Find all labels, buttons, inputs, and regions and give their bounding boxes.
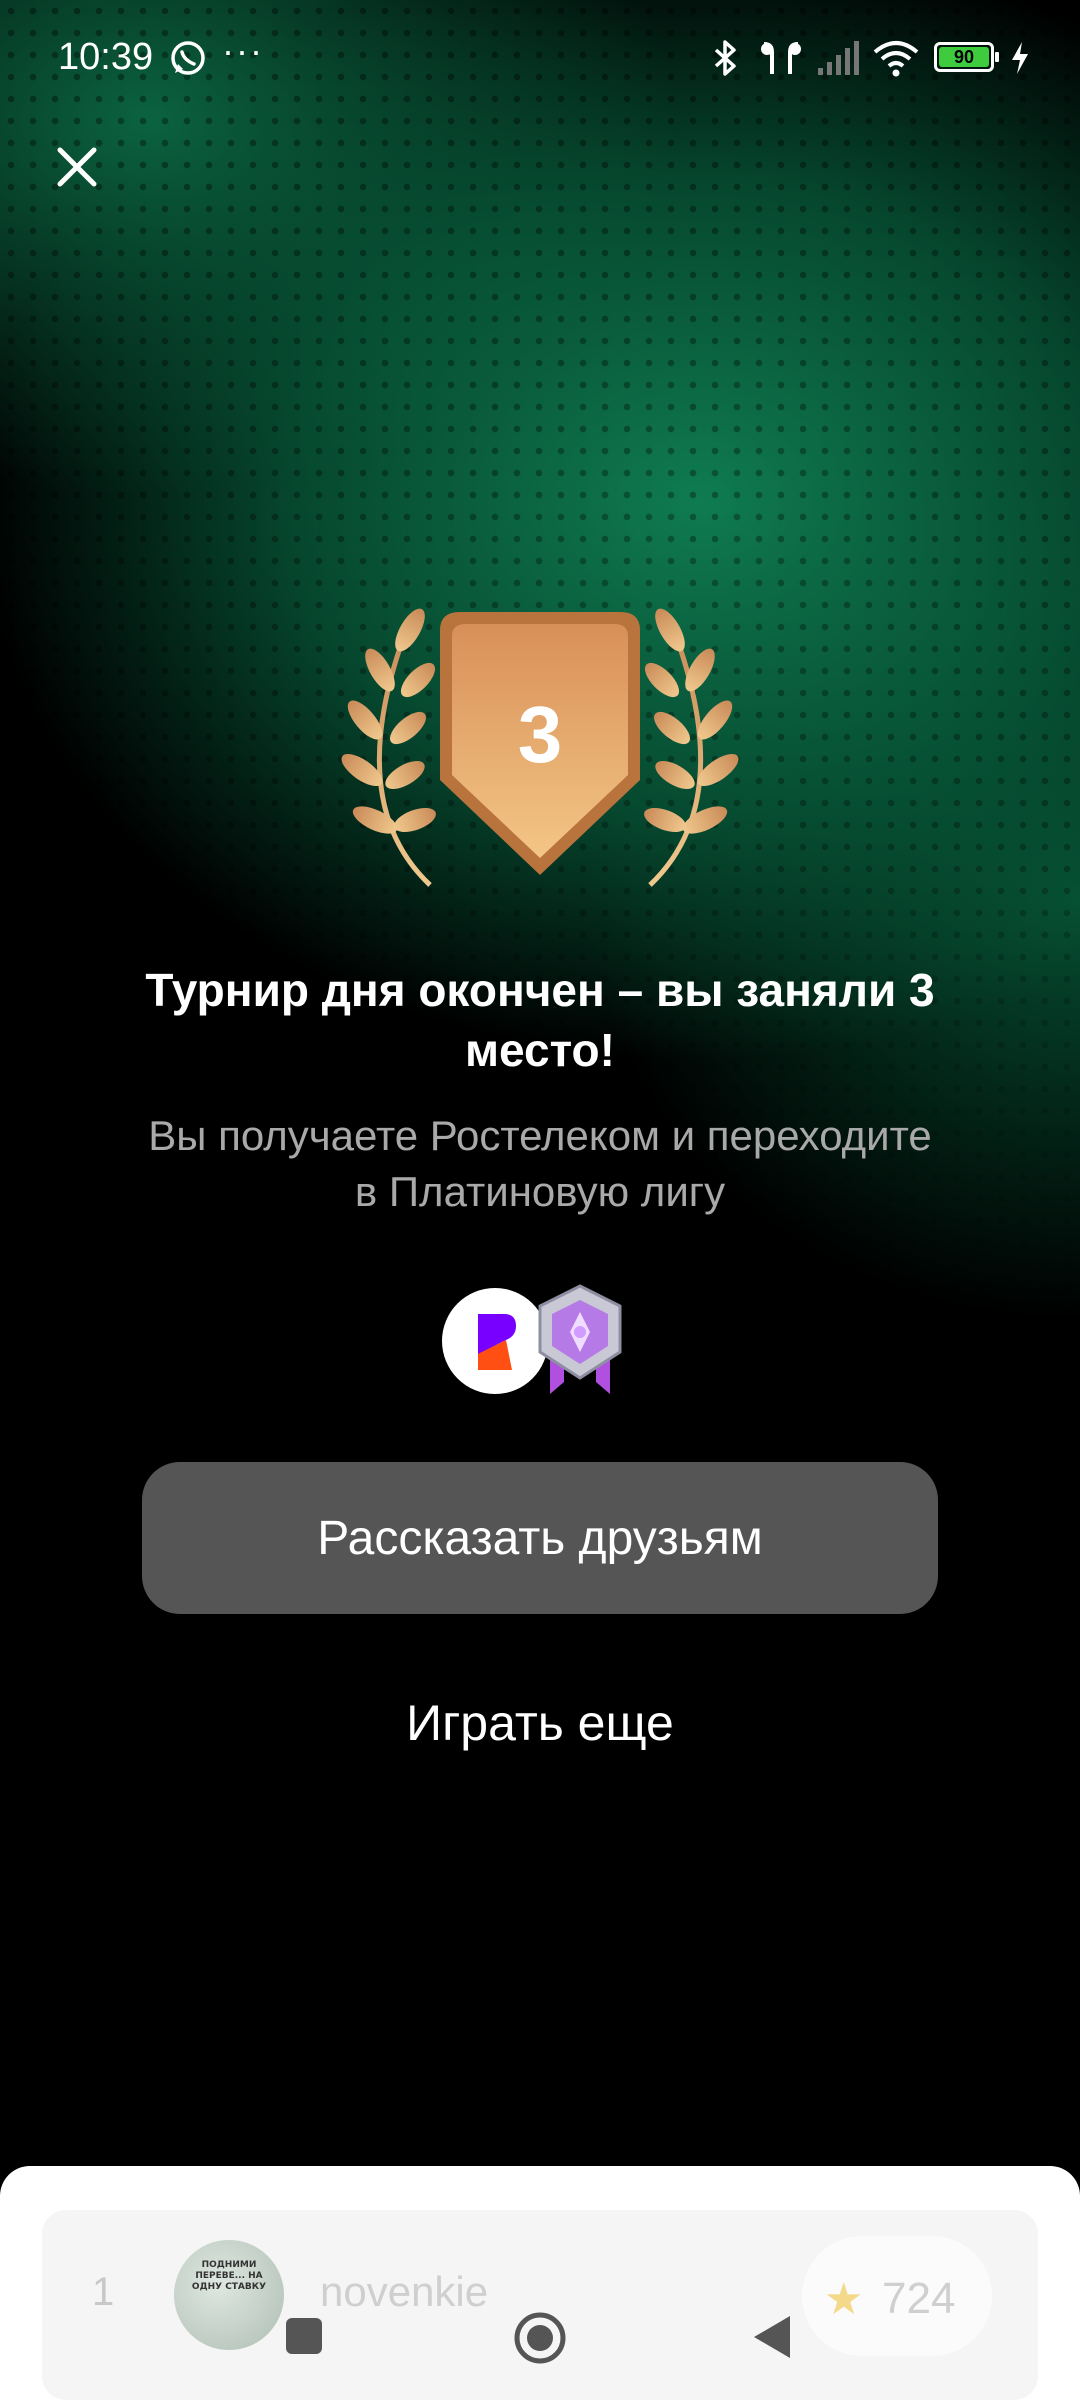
battery-icon: 90	[934, 42, 999, 72]
whatsapp-icon	[168, 38, 208, 83]
home-button[interactable]	[512, 2310, 568, 2371]
system-nav-bar	[0, 2260, 1080, 2400]
rank-badge: 3	[320, 600, 760, 900]
bluetooth-icon	[708, 38, 744, 83]
home-icon	[514, 2312, 566, 2364]
status-time: 10:39	[58, 36, 154, 78]
result-subtitle: Вы получаете Ростелеком и переходите в П…	[148, 1112, 932, 1215]
more-notifications-icon: ···	[222, 30, 264, 71]
result-title: Турнир дня окончен – вы заняли 3 место!	[145, 964, 935, 1076]
signal-icon	[816, 38, 860, 83]
back-button[interactable]	[750, 2312, 794, 2367]
rewards	[440, 1282, 640, 1398]
recents-button[interactable]	[282, 2314, 326, 2363]
wifi-icon	[872, 38, 920, 83]
charging-icon	[1008, 38, 1032, 83]
earbuds-icon	[758, 38, 804, 83]
recents-icon	[286, 2318, 322, 2354]
close-icon	[57, 147, 97, 187]
status-bar: 10:39 ··· 90	[0, 0, 1080, 120]
battery-level: 90	[939, 47, 989, 67]
rank-number: 3	[517, 690, 563, 779]
share-button[interactable]: Рассказать друзьям	[142, 1462, 938, 1614]
close-button[interactable]	[52, 142, 102, 192]
platinum-league-icon	[530, 1282, 630, 1398]
back-icon	[754, 2316, 790, 2358]
play-again-button[interactable]: Играть еще	[340, 1688, 740, 1758]
